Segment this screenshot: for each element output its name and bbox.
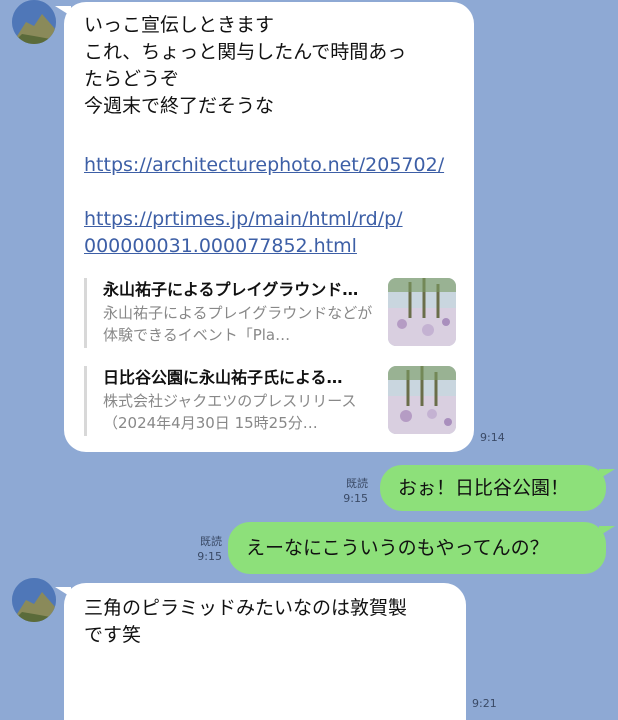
- image-thumbnail: [388, 278, 456, 346]
- message-timestamp: 9:15: [343, 492, 368, 505]
- outgoing-message-1[interactable]: おぉ！日比谷公園！: [380, 465, 615, 511]
- message-timestamp: 9:15: [197, 550, 222, 563]
- preview-description: 株式会社ジャクエツのプレスリリース（2024年4月30日 15時25分…: [103, 392, 357, 432]
- message-text: おぉ！日比谷公園！: [398, 477, 570, 499]
- avatar-icon: [12, 0, 56, 44]
- preview-title: 日比谷公園に永山祐子氏による…: [103, 368, 343, 387]
- link-preview-card-2[interactable]: 日比谷公園に永山祐子氏による… 株式会社ジャクエツのプレスリリース（2024年4…: [84, 366, 456, 436]
- sender-avatar[interactable]: [12, 578, 56, 622]
- message-text-line: 三角のピラミッドみたいなのは敦賀製: [84, 597, 408, 619]
- message-text-line: いっこ宣伝しときます: [84, 14, 275, 36]
- prtimes-link[interactable]: https://prtimes.jp/main/html/rd/p/ 00000…: [84, 206, 403, 260]
- message-text-line: 今週末で終了だそうな: [84, 95, 275, 117]
- read-receipt: 既読 9:15: [184, 534, 222, 564]
- prtimes-link-line2: 000000031.000077852.html: [84, 235, 357, 257]
- preview-thumbnail: [388, 366, 456, 434]
- link-preview-card-1[interactable]: 永山祐子によるプレイグラウンド… 永山祐子によるプレイグラウンドなどが体験できる…: [84, 278, 456, 348]
- prtimes-link-line1: https://prtimes.jp/main/html/rd/p/: [84, 208, 403, 230]
- incoming-message-1[interactable]: いっこ宣伝しときます これ、ちょっと関与したんで時間あっ たらどうぞ 今週末で終…: [55, 2, 474, 452]
- message-text-line: これ、ちょっと関与したんで時間あっ: [84, 41, 407, 63]
- message-text-line: たらどうぞ: [84, 68, 180, 90]
- preview-title: 永山祐子によるプレイグラウンド…: [103, 280, 359, 299]
- message-text: えーなにこういうのもやってんの？: [246, 537, 549, 559]
- read-label: 既読: [200, 535, 222, 548]
- preview-description: 永山祐子によるプレイグラウンドなどが体験できるイベント「Pla…: [103, 304, 373, 344]
- image-thumbnail: [388, 366, 456, 434]
- outgoing-message-2[interactable]: えーなにこういうのもやってんの？: [228, 522, 615, 574]
- message-text-line: です笑: [84, 624, 142, 646]
- message-timestamp: 9:14: [480, 431, 505, 444]
- architecturephoto-link[interactable]: https://architecturephoto.net/205702/: [84, 152, 444, 179]
- read-receipt: 既読 9:15: [330, 476, 368, 506]
- incoming-message-2[interactable]: 三角のピラミッドみたいなのは敦賀製 です笑: [55, 583, 466, 720]
- sender-avatar[interactable]: [12, 0, 56, 44]
- read-label: 既読: [346, 477, 368, 490]
- avatar-icon: [12, 578, 56, 622]
- message-timestamp: 9:21: [472, 697, 497, 710]
- preview-thumbnail: [388, 278, 456, 346]
